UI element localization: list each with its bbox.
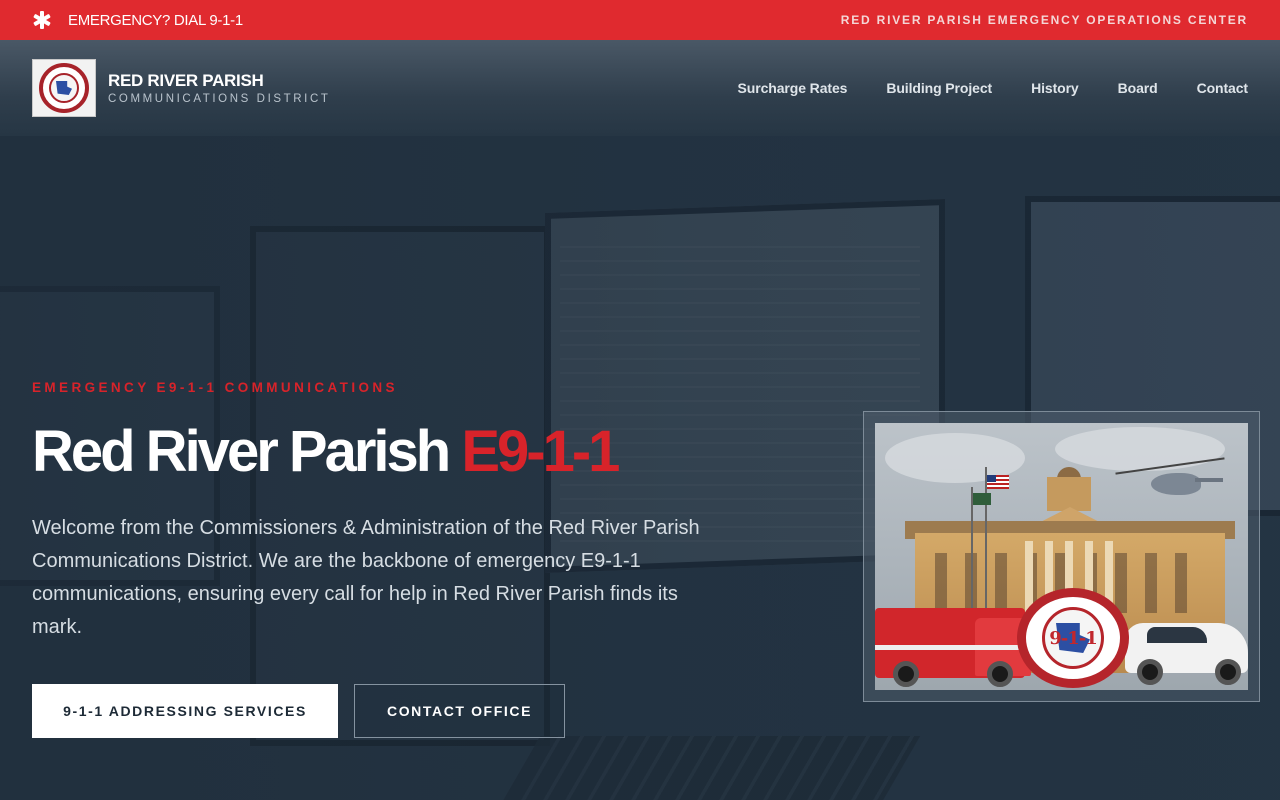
- louisiana-state-icon: [56, 81, 72, 95]
- brand-text: RED RIVER PARISH COMMUNICATIONS DISTRICT: [108, 71, 331, 105]
- nav-surcharge-rates[interactable]: Surcharge Rates: [738, 80, 848, 96]
- us-flag-icon: [987, 475, 1009, 489]
- police-car-window: [1147, 627, 1207, 643]
- nav-building-project[interactable]: Building Project: [886, 80, 992, 96]
- flagpole: [971, 487, 973, 627]
- nav-board[interactable]: Board: [1118, 80, 1158, 96]
- hero-title-main: Red River Parish: [32, 419, 462, 484]
- state-flag-icon: [973, 493, 991, 505]
- courthouse-photo-card: 9-1-1: [863, 411, 1260, 702]
- emergency-call-out[interactable]: EMERGENCY? DIAL 9-1-1: [32, 10, 243, 30]
- cloud: [1055, 427, 1225, 471]
- seal-big-inner: 9-1-1: [1042, 607, 1104, 669]
- fire-truck-stripe: [875, 645, 1025, 650]
- courthouse-photo: 9-1-1: [875, 423, 1248, 690]
- helicopter-icon: [1151, 473, 1201, 495]
- nav-contact[interactable]: Contact: [1197, 80, 1249, 96]
- helicopter-tail: [1195, 478, 1223, 482]
- flagpole: [985, 467, 987, 627]
- parish-911-seal-icon: [32, 59, 96, 117]
- hero-section: EMERGENCY E9-1-1 COMMUNICATIONS Red Rive…: [0, 136, 1280, 800]
- brand-subtitle: COMMUNICATIONS DISTRICT: [108, 93, 331, 105]
- hero-eyebrow: EMERGENCY E9-1-1 COMMUNICATIONS: [32, 380, 398, 395]
- hero-title: Red River Parish E9-1-1: [32, 418, 620, 485]
- hero-title-accent: E9-1-1: [461, 419, 620, 484]
- seal-outer: [39, 63, 89, 113]
- contact-office-button[interactable]: CONTACT OFFICE: [354, 684, 565, 738]
- wheel: [893, 661, 919, 687]
- hero-description: Welcome from the Commissioners & Adminis…: [32, 517, 700, 638]
- star-of-life-icon: [32, 10, 52, 30]
- seal-number: 9-1-1: [1049, 627, 1098, 649]
- wheel: [987, 661, 1013, 687]
- wheel: [1215, 659, 1241, 685]
- addressing-services-button[interactable]: 9-1-1 ADDRESSING SERVICES: [32, 684, 338, 738]
- nav-history[interactable]: History: [1031, 80, 1079, 96]
- main-nav: Surcharge Rates Building Project History…: [738, 80, 1249, 96]
- brand-home-link[interactable]: RED RIVER PARISH COMMUNICATIONS DISTRICT: [32, 59, 331, 117]
- communications-district-seal-icon: 9-1-1: [1017, 588, 1129, 688]
- seal-inner: [49, 73, 79, 103]
- site-header: RED RIVER PARISH COMMUNICATIONS DISTRICT…: [0, 40, 1280, 136]
- emergency-bar: EMERGENCY? DIAL 9-1-1 RED RIVER PARISH E…: [0, 0, 1280, 40]
- wheel: [1137, 659, 1163, 685]
- operations-center-label: RED RIVER PARISH EMERGENCY OPERATIONS CE…: [840, 13, 1248, 27]
- cupola: [1047, 477, 1091, 511]
- emergency-text: EMERGENCY? DIAL 9-1-1: [68, 11, 243, 29]
- brand-title: RED RIVER PARISH: [108, 71, 264, 90]
